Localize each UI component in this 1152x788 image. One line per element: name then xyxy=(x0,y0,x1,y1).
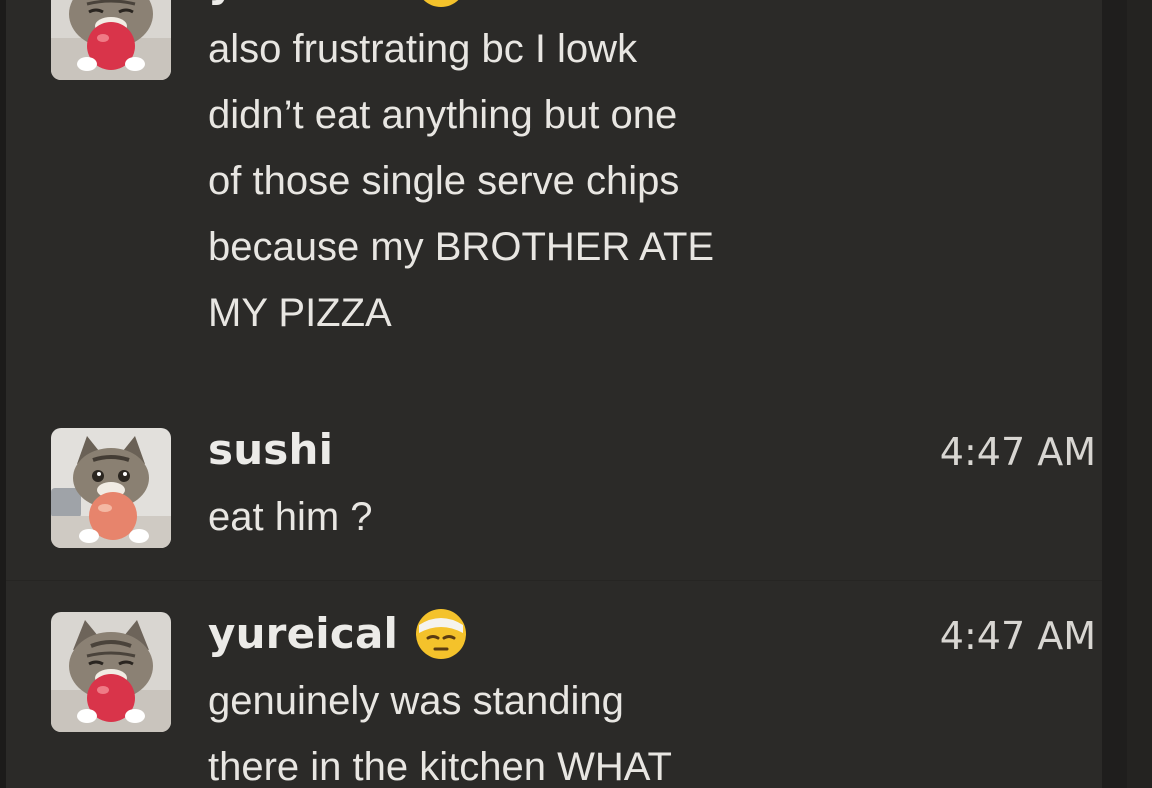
username-text[interactable]: yureical xyxy=(208,609,398,658)
message-line: eat him ? xyxy=(208,495,373,539)
message-group-divider xyxy=(6,580,1127,581)
bandage-face-icon xyxy=(414,0,468,9)
message-timestamp: 4:47 AM xyxy=(939,430,1096,474)
message-line: also frustrating bc I lowk xyxy=(208,27,638,71)
message-line: didn’t eat anything but one xyxy=(208,93,678,137)
message-line: genuinely was standing xyxy=(208,679,624,723)
username[interactable]: yureical xyxy=(208,606,468,664)
message-content: eat him ? xyxy=(208,484,768,550)
username-text[interactable]: sushi xyxy=(208,425,333,474)
username-text[interactable]: yureical xyxy=(208,0,398,6)
message-content: genuinely was standing there in the kitc… xyxy=(208,668,768,788)
message-line: of those single serve chips xyxy=(208,159,680,203)
message-timestamp: 4:47 AM xyxy=(939,614,1096,658)
message-line: MY PIZZA xyxy=(208,291,392,335)
message-content: also frustrating bc I lowk didn’t eat an… xyxy=(208,16,768,346)
chat-message-list[interactable]: yureical 4:47 AM also frustrating bc I l… xyxy=(6,0,1127,788)
avatar[interactable] xyxy=(51,428,171,548)
message-line: because my BROTHER ATE xyxy=(208,225,715,269)
message-timestamp: 4:47 AM xyxy=(940,0,1096,8)
avatar[interactable] xyxy=(51,612,171,732)
username[interactable]: sushi xyxy=(208,422,333,478)
username[interactable]: yureical xyxy=(208,0,468,12)
message-line: there in the kitchen WHAT xyxy=(208,745,672,788)
right-scroll-gutter xyxy=(1102,0,1127,788)
avatar[interactable] xyxy=(51,0,171,80)
bandage-face-icon xyxy=(414,607,468,661)
